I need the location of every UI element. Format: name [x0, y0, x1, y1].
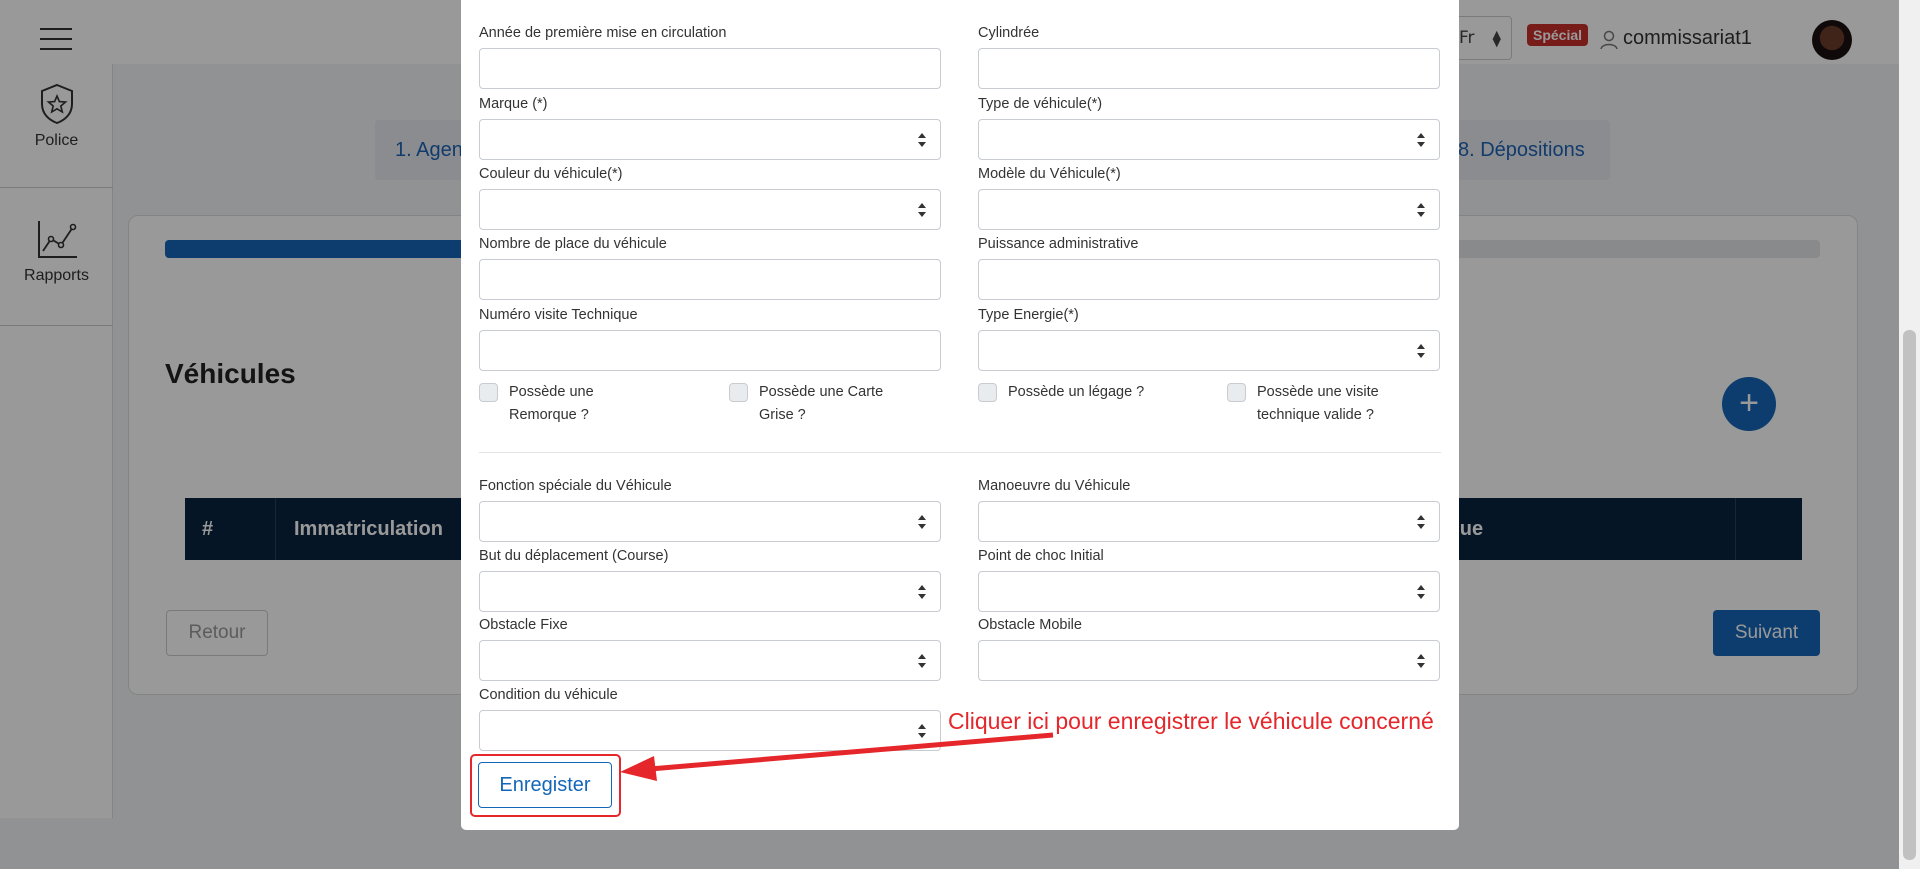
checkbox-box[interactable] — [729, 383, 748, 402]
select-arrows-icon — [918, 585, 926, 599]
vehicle-form-modal: Année de première mise en circulation Cy… — [461, 0, 1459, 830]
divider — [479, 452, 1441, 453]
checkbox-box[interactable] — [479, 383, 498, 402]
checkbox-box[interactable] — [978, 383, 997, 402]
select-arrows-icon — [1417, 585, 1425, 599]
field-label: Marque (*) — [479, 96, 548, 112]
obstacle-fixe-select[interactable] — [479, 640, 941, 681]
scrollbar-thumb[interactable] — [1903, 330, 1916, 860]
field-obstacle-fixe: Obstacle Fixe — [479, 617, 941, 681]
field-manoeuvre: Manoeuvre du Véhicule — [978, 478, 1440, 542]
field-annee: Année de première mise en circulation — [479, 25, 941, 89]
annotation-text: Cliquer ici pour enregistrer le véhicule… — [948, 708, 1434, 734]
choc-select[interactable] — [978, 571, 1440, 612]
select-arrows-icon — [1417, 515, 1425, 529]
field-modele: Modèle du Véhicule(*) — [978, 166, 1440, 230]
checkbox-carte-grise[interactable]: Possède une Carte Grise ? — [729, 383, 883, 427]
field-label: Année de première mise en circulation — [479, 25, 727, 41]
field-obstacle-mobile: Obstacle Mobile — [978, 617, 1440, 681]
field-label: Condition du véhicule — [479, 687, 618, 703]
select-arrows-icon — [1417, 344, 1425, 358]
select-arrows-icon — [1417, 203, 1425, 217]
nb-places-input[interactable] — [479, 259, 941, 300]
select-arrows-icon — [918, 654, 926, 668]
field-label: Obstacle Fixe — [479, 617, 568, 633]
field-marque: Marque (*) — [479, 96, 941, 160]
field-label: Nombre de place du véhicule — [479, 236, 667, 252]
type-vehicule-select[interactable] — [978, 119, 1440, 160]
annee-input[interactable] — [479, 48, 941, 89]
field-but: But du déplacement (Course) — [479, 548, 941, 612]
select-arrows-icon — [918, 203, 926, 217]
field-label: Obstacle Mobile — [978, 617, 1082, 633]
field-label: But du déplacement (Course) — [479, 548, 669, 564]
field-fonction: Fonction spéciale du Véhicule — [479, 478, 941, 542]
field-label: Couleur du véhicule(*) — [479, 166, 623, 182]
checkbox-legage[interactable]: Possède un légage ? — [978, 383, 1144, 404]
field-label: Manoeuvre du Véhicule — [978, 478, 1131, 494]
field-puissance: Puissance administrative — [978, 236, 1440, 300]
checkbox-label: Possède une Carte Grise ? — [759, 384, 884, 423]
select-arrows-icon — [1417, 133, 1425, 147]
field-label: Point de choc Initial — [978, 548, 1104, 564]
manoeuvre-select[interactable] — [978, 501, 1440, 542]
field-cylindree: Cylindrée — [978, 25, 1440, 89]
field-energie: Type Energie(*) — [978, 307, 1440, 371]
select-arrows-icon — [918, 133, 926, 147]
cylindree-input[interactable] — [978, 48, 1440, 89]
field-label: Puissance administrative — [978, 236, 1139, 252]
checkbox-label: Possède un légage ? — [1008, 384, 1145, 400]
field-label: Fonction spéciale du Véhicule — [479, 478, 672, 494]
field-visite: Numéro visite Technique — [479, 307, 941, 371]
page-scrollbar[interactable] — [1899, 0, 1920, 869]
save-button[interactable]: Enregister — [478, 762, 612, 808]
checkbox-label: Possède une Remorque ? — [509, 384, 594, 423]
but-select[interactable] — [479, 571, 941, 612]
fonction-select[interactable] — [479, 501, 941, 542]
field-nb-places: Nombre de place du véhicule — [479, 236, 941, 300]
field-label: Cylindrée — [978, 25, 1040, 41]
select-arrows-icon — [918, 515, 926, 529]
modele-select[interactable] — [978, 189, 1440, 230]
field-label: Type Energie(*) — [978, 307, 1079, 323]
checkbox-visite-valide[interactable]: Possède une visite technique valide ? — [1227, 383, 1379, 427]
field-couleur: Couleur du véhicule(*) — [479, 166, 941, 230]
field-label: Type de véhicule(*) — [978, 96, 1103, 112]
couleur-select[interactable] — [479, 189, 941, 230]
field-choc: Point de choc Initial — [978, 548, 1440, 612]
checkbox-label: Possède une visite technique valide ? — [1257, 384, 1379, 423]
checkbox-remorque[interactable]: Possède une Remorque ? — [479, 383, 594, 427]
visite-input[interactable] — [479, 330, 941, 371]
field-label: Modèle du Véhicule(*) — [978, 166, 1121, 182]
select-arrows-icon — [1417, 654, 1425, 668]
puissance-input[interactable] — [978, 259, 1440, 300]
checkbox-box[interactable] — [1227, 383, 1246, 402]
field-label: Numéro visite Technique — [479, 307, 638, 323]
field-type-vehicule: Type de véhicule(*) — [978, 96, 1440, 160]
marque-select[interactable] — [479, 119, 941, 160]
energie-select[interactable] — [978, 330, 1440, 371]
obstacle-mobile-select[interactable] — [978, 640, 1440, 681]
